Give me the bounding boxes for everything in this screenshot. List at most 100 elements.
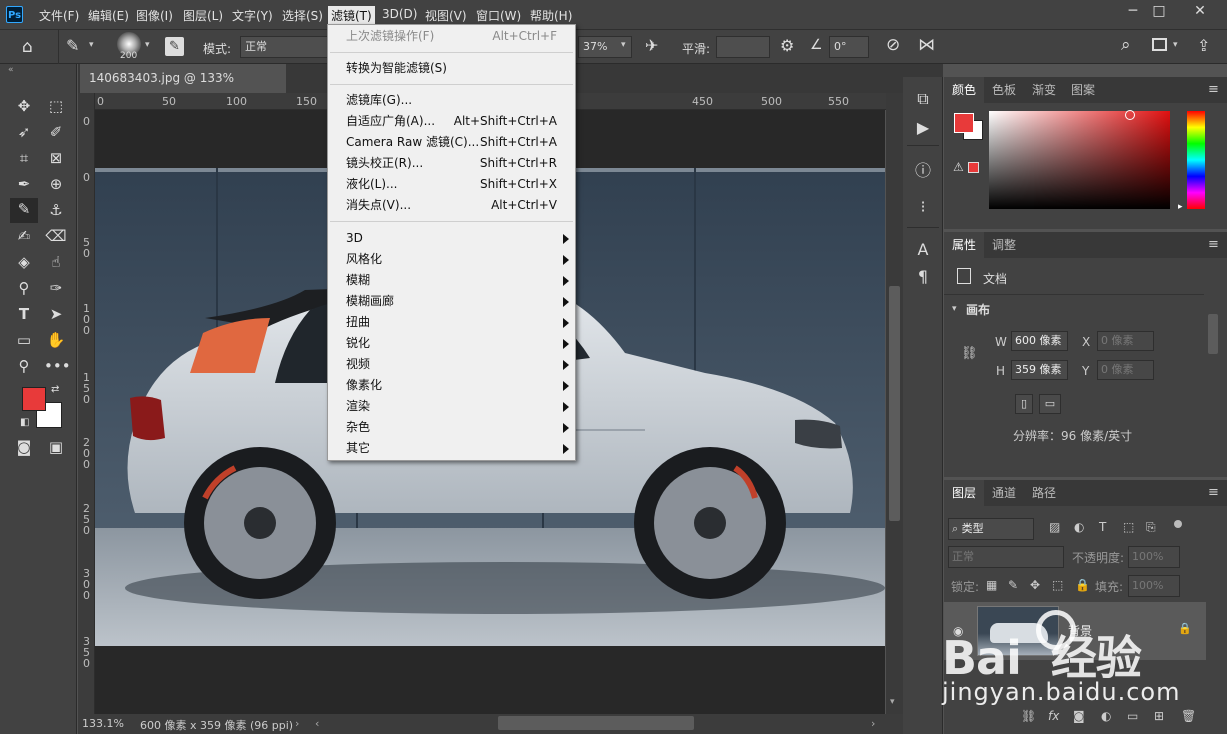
- menu-view[interactable]: 视图(V): [425, 7, 467, 24]
- horizontal-scroll-thumb[interactable]: [498, 716, 694, 730]
- scroll-right-icon[interactable]: ›: [871, 717, 875, 730]
- frame-tool-icon[interactable]: ⊠: [44, 147, 68, 169]
- layer-row[interactable]: ◉ 背景 🔒: [944, 602, 1206, 660]
- lasso-tool-icon[interactable]: ➶: [12, 121, 36, 143]
- new-group-icon[interactable]: ▭: [1127, 709, 1138, 723]
- foreground-color-swatch[interactable]: [22, 387, 46, 411]
- pressure-size-icon[interactable]: ⊘: [886, 35, 900, 55]
- link-icon[interactable]: ⛓: [961, 346, 978, 361]
- vertical-scroll-thumb[interactable]: [889, 286, 900, 521]
- link-layers-icon[interactable]: ⛓: [1021, 709, 1036, 723]
- menu-item-3d[interactable]: 3D: [328, 228, 575, 249]
- menu-window[interactable]: 窗口(W): [476, 7, 521, 24]
- ruler-origin[interactable]: [78, 93, 95, 110]
- type-tool-icon[interactable]: T: [12, 303, 36, 325]
- chevron-down-icon[interactable]: ▾: [145, 40, 150, 50]
- clone-stamp-tool-icon[interactable]: ⚓: [44, 199, 68, 221]
- filter-toggle[interactable]: [1174, 520, 1182, 528]
- filter-pixel-icon[interactable]: ▨: [1049, 520, 1060, 534]
- visibility-eye-icon[interactable]: ◉: [953, 624, 963, 638]
- scroll-left-icon[interactable]: ‹: [315, 717, 319, 730]
- menu-item-noise[interactable]: 杂色: [328, 417, 575, 438]
- menu-layer[interactable]: 图层(L): [183, 7, 223, 24]
- zoom-level[interactable]: 133.1%: [82, 717, 124, 730]
- paint-bucket-tool-icon[interactable]: ◈: [12, 251, 36, 273]
- actions-play-icon[interactable]: ▶: [903, 118, 943, 137]
- zoom-tool-icon[interactable]: ⚲: [12, 355, 36, 377]
- lock-position-icon[interactable]: ✥: [1030, 578, 1040, 592]
- tab-paths[interactable]: 路径: [1024, 480, 1064, 506]
- menu-image[interactable]: 图像(I): [136, 7, 173, 24]
- vertical-scrollbar[interactable]: ▾: [886, 93, 903, 714]
- eyedropper-tool-icon[interactable]: ✒: [12, 173, 36, 195]
- workspace-icon[interactable]: [1152, 38, 1167, 51]
- color-field[interactable]: [989, 111, 1170, 209]
- close-window-button[interactable]: ✕: [1180, 0, 1220, 22]
- opacity-input[interactable]: 100%: [1128, 546, 1180, 568]
- menu-item-vanishing-point[interactable]: 消失点(V)... Alt+Ctrl+V: [328, 195, 575, 216]
- out-of-gamut-swatch[interactable]: [968, 162, 979, 173]
- quick-mask-icon[interactable]: ◙: [12, 436, 36, 458]
- menu-item-sharpen[interactable]: 锐化: [328, 333, 575, 354]
- move-tool-icon[interactable]: ✥: [12, 95, 36, 117]
- filter-shape-icon[interactable]: ⬚: [1123, 520, 1134, 534]
- brush-tool-preset-icon[interactable]: ✎: [66, 36, 79, 55]
- paragraph-icon[interactable]: ¶: [903, 267, 943, 286]
- layer-filter-select[interactable]: ⌕ 类型: [948, 518, 1034, 540]
- status-menu-icon[interactable]: ›: [295, 717, 299, 730]
- filter-adjustment-icon[interactable]: ◐: [1074, 520, 1084, 534]
- screen-mode-icon[interactable]: ▣: [44, 436, 68, 458]
- color-picker-marker[interactable]: [1125, 110, 1135, 120]
- panel-menu-icon[interactable]: ≡: [1208, 485, 1219, 500]
- path-select-tool-icon[interactable]: ➤: [44, 303, 68, 325]
- menu-item-liquify[interactable]: 液化(L)... Shift+Ctrl+X: [328, 174, 575, 195]
- menu-item-other[interactable]: 其它: [328, 438, 575, 459]
- crop-tool-icon[interactable]: ⌗: [12, 147, 36, 169]
- tab-layers[interactable]: 图层: [944, 480, 985, 506]
- brush-settings-icon[interactable]: ✎: [165, 37, 184, 56]
- collapse-icon[interactable]: «: [8, 65, 14, 75]
- lock-all-icon[interactable]: 🔒: [1075, 578, 1090, 592]
- menu-file[interactable]: 文件(F): [39, 7, 79, 24]
- new-layer-icon[interactable]: ⊞: [1154, 709, 1164, 723]
- menu-item-blur[interactable]: 模糊: [328, 270, 575, 291]
- search-icon[interactable]: ⌕: [1121, 35, 1131, 55]
- menu-item-stylize[interactable]: 风格化: [328, 249, 575, 270]
- filter-type-icon[interactable]: T: [1099, 520, 1106, 534]
- lock-transparency-icon[interactable]: ▦: [986, 578, 997, 592]
- panel-menu-icon[interactable]: ≡: [1208, 237, 1219, 252]
- width-input[interactable]: 600 像素: [1011, 331, 1068, 351]
- eraser-tool-icon[interactable]: ⌫: [44, 225, 68, 247]
- mode-select[interactable]: 正常: [240, 36, 328, 58]
- character-icon[interactable]: A: [903, 240, 943, 259]
- menu-item-camera-raw[interactable]: Camera Raw 滤镜(C)... Shift+Ctrl+A: [328, 132, 575, 153]
- layer-style-icon[interactable]: fx: [1048, 709, 1059, 723]
- angle-input[interactable]: 0°: [829, 36, 869, 58]
- menu-item-filter-gallery[interactable]: 滤镜库(G)...: [328, 90, 575, 111]
- more-tools-icon[interactable]: •••: [44, 355, 71, 377]
- document-tab[interactable]: 140683403.jpg @ 133%(RGB/8#) ×: [80, 64, 286, 114]
- layer-name[interactable]: 背景: [1068, 622, 1092, 639]
- share-icon[interactable]: ⇪: [1197, 36, 1210, 55]
- quick-select-tool-icon[interactable]: ✐: [44, 121, 68, 143]
- symmetry-icon[interactable]: ⋈: [918, 35, 935, 55]
- menu-item-pixelate[interactable]: 像素化: [328, 375, 575, 396]
- blend-mode-select[interactable]: 正常: [948, 546, 1064, 568]
- menu-3d[interactable]: 3D(D): [382, 7, 417, 21]
- smudge-tool-icon[interactable]: ☝: [44, 251, 68, 273]
- menu-item-adaptive-wide-angle[interactable]: 自适应广角(A)... Alt+Shift+Ctrl+A: [328, 111, 575, 132]
- chevron-down-icon[interactable]: ▾: [89, 40, 94, 50]
- hand-tool-icon[interactable]: ✋: [44, 329, 68, 351]
- brush-presets-icon[interactable]: ⁝: [903, 197, 943, 216]
- marquee-tool-icon[interactable]: ⬚: [44, 95, 68, 117]
- lock-pixels-icon[interactable]: ✎: [1008, 578, 1018, 592]
- home-icon[interactable]: ⌂: [22, 37, 42, 57]
- gear-icon[interactable]: ⚙: [780, 36, 794, 55]
- panel-menu-icon[interactable]: ≡: [1208, 82, 1219, 97]
- menu-type[interactable]: 文字(Y): [232, 7, 273, 24]
- menu-filter[interactable]: 滤镜(T): [328, 6, 375, 25]
- height-input[interactable]: 359 像素: [1011, 360, 1068, 380]
- airbrush-icon[interactable]: ✈: [645, 36, 658, 55]
- tab-color[interactable]: 颜色: [944, 77, 985, 103]
- hue-slider[interactable]: [1187, 111, 1205, 209]
